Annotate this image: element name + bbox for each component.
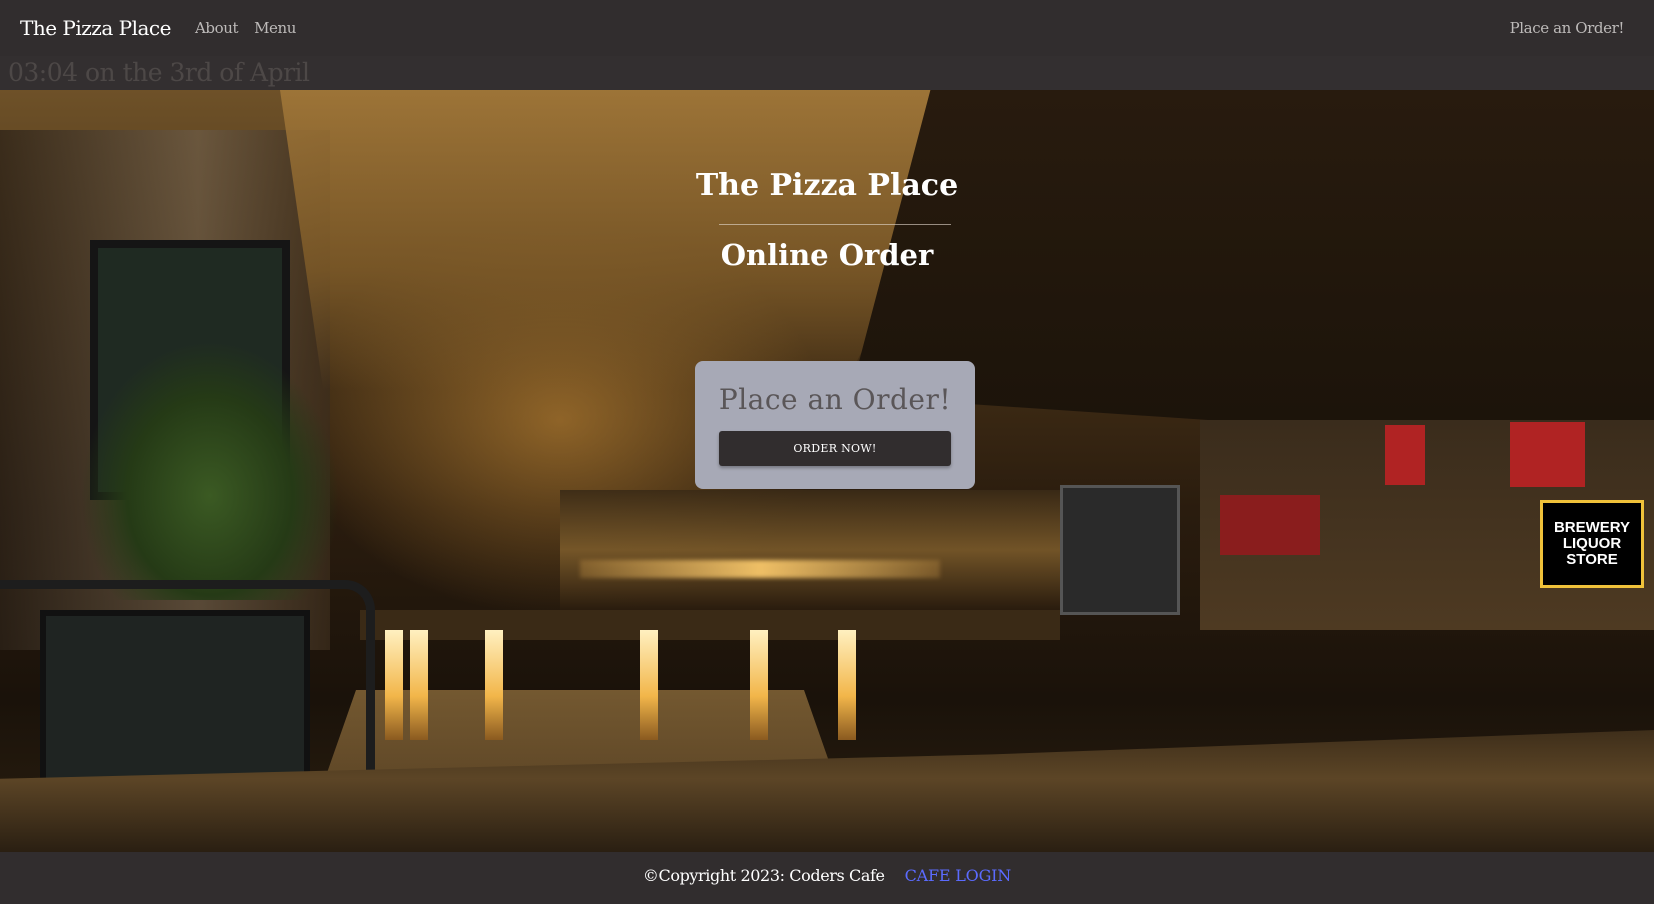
bg-brewery-sign: BREWERY LIQUOR STORE: [1540, 500, 1644, 588]
time-banner: 03:04 on the 3rd of April: [0, 56, 1654, 90]
nav-link-menu[interactable]: Menu: [254, 19, 296, 37]
top-navbar: The Pizza Place About Menu Place an Orde…: [0, 0, 1654, 56]
hero-title: The Pizza Place: [695, 168, 959, 203]
bg-light-pillar: [385, 630, 403, 740]
bg-light-pillar: [485, 630, 503, 740]
hero-section: BREWERY LIQUOR STORE The Pizza Place Onlin…: [0, 90, 1654, 852]
bg-fridge: [1060, 485, 1180, 615]
bg-light-pillar: [640, 630, 658, 740]
nav-link-place-order[interactable]: Place an Order!: [1510, 19, 1625, 37]
bg-book: [1385, 425, 1425, 485]
cafe-login-link[interactable]: CAFE LOGIN: [905, 866, 1012, 885]
bg-book: [1510, 422, 1585, 487]
hero-subtitle: Online Order: [720, 238, 934, 272]
nav-link-about[interactable]: About: [195, 19, 239, 37]
brand-link[interactable]: The Pizza Place: [20, 16, 171, 40]
copyright-text: ©Copyright 2023: Coders Cafe: [642, 865, 885, 885]
bg-light-pillar: [838, 630, 856, 740]
bg-bar-counter: [360, 610, 1060, 640]
bg-light-pillar: [410, 630, 428, 740]
hero-divider: [719, 224, 951, 225]
footer: ©Copyright 2023: Coders Cafe CAFE LOGIN: [0, 852, 1654, 904]
order-card-title: Place an Order!: [718, 383, 952, 416]
bg-plant: [80, 340, 340, 600]
current-time-text: 03:04 on the 3rd of April: [8, 58, 310, 87]
bg-light-pillar: [750, 630, 768, 740]
bg-bar-back: [560, 490, 1060, 610]
order-card: Place an Order! ORDER NOW!: [695, 361, 975, 489]
bg-shelf-glow: [580, 560, 940, 578]
order-now-button[interactable]: ORDER NOW!: [719, 431, 951, 466]
bg-book: [1220, 495, 1320, 555]
